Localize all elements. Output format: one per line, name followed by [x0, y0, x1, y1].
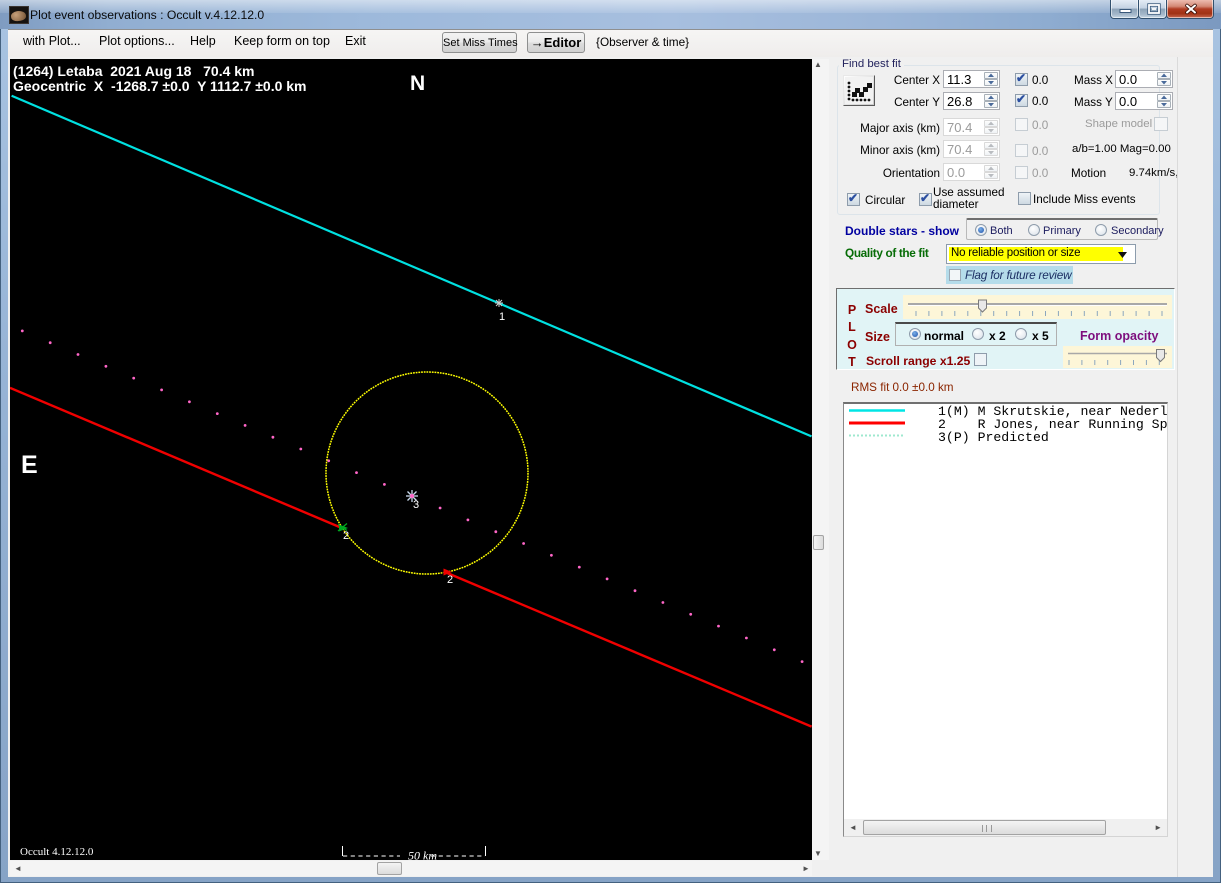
svg-text:3: 3	[413, 499, 419, 511]
svg-text:1: 1	[499, 311, 505, 323]
svg-text:2: 2	[343, 530, 349, 542]
svg-text:2: 2	[447, 574, 453, 586]
svg-text:50 km: 50 km	[408, 849, 437, 861]
